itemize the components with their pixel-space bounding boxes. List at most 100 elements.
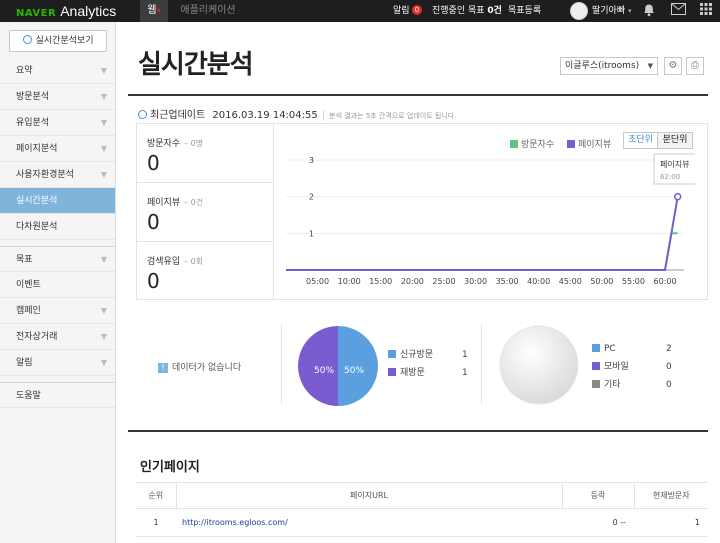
last-update: 최근업데이트 2016.03.19 14:04:55 | 분석 결과는 5초 간격으… xyxy=(138,106,456,121)
stat-pageviews: 페이지뷰 – 0건 0 xyxy=(137,183,274,242)
sidebar-item[interactable]: 다차원분석 xyxy=(0,214,115,240)
settings-gear-icon[interactable]: ⚙ xyxy=(664,57,682,75)
device-pie xyxy=(499,325,579,405)
stat-label: 검색유입 xyxy=(147,257,181,267)
realtime-view-label: 실시간분석보기 xyxy=(35,36,94,46)
x-tick-label: 50:00 xyxy=(590,277,613,286)
y-tick-label: 3 xyxy=(309,156,314,165)
visit-legend-new: 신규방문 xyxy=(388,348,433,362)
alerts-link[interactable]: 알림 0 xyxy=(393,0,423,22)
legend-swatch xyxy=(592,344,600,352)
x-tick-label: 55:00 xyxy=(622,277,645,286)
column-header-visitors: 현재방문자 xyxy=(633,482,708,509)
chart-grid xyxy=(286,159,684,271)
sidebar-item[interactable]: 사용자환경분석 ▼ xyxy=(0,162,115,188)
sidebar-item[interactable]: 유입분석 ▼ xyxy=(0,110,115,136)
sidebar-item[interactable]: 방문분석 ▼ xyxy=(0,84,115,110)
x-tick-label: 10:00 xyxy=(338,277,361,286)
popular-pages-table: 순위 페이지URL 등락 현재방문자 1 http://itrooms.eglo… xyxy=(136,482,708,537)
chart-tooltip: 페이지뷰 2 62:00 xyxy=(653,153,695,185)
column-header-change: 등락 xyxy=(561,482,634,509)
sidebar: 실시간분석보기 요약 ▼ 방문분석 ▼ 유입분석 ▼ 페이지분석 ▼ 사용자환경분석 ▼ 실시간분석… xyxy=(0,22,116,543)
sidebar-item-label: 목표 xyxy=(16,255,33,265)
stat-delta: – 0건 xyxy=(184,198,204,207)
legend-label: 페이지뷰 xyxy=(578,140,612,150)
print-icon[interactable]: ⎙ xyxy=(686,57,704,75)
sidebar-item[interactable]: 요약 ▼ xyxy=(0,58,115,84)
sidebar-item[interactable]: 도움말 xyxy=(0,382,115,408)
naver-analytics-logo[interactable]: NAVER Analytics xyxy=(16,0,116,22)
divider xyxy=(128,94,708,96)
sidebar-item-label: 알림 xyxy=(16,358,33,368)
avatar[interactable] xyxy=(570,2,588,20)
tab-web-label: 웹 xyxy=(147,5,157,16)
register-goal-link[interactable]: 목표등록 xyxy=(508,0,541,22)
y-tick-label: 2 xyxy=(309,193,314,202)
sidebar-item[interactable]: 캠페인 ▼ xyxy=(0,298,115,324)
site-select-value: 이글루스(itrooms) xyxy=(565,61,640,71)
column-header-rank: 순위 xyxy=(136,482,176,509)
legend-label: 모바일 xyxy=(604,362,629,372)
chevron-down-icon: ▼ xyxy=(647,62,653,70)
x-axis: 05:00 10:00 15:00 20:00 25:00 30:00 35:00 40:00… xyxy=(306,277,677,286)
stat-value: 0 xyxy=(147,210,160,234)
logo-brand: NAVER xyxy=(16,8,57,19)
clock-icon xyxy=(22,35,32,44)
site-select[interactable]: 이글루스(itrooms) ▼ xyxy=(560,57,658,75)
username[interactable]: 딸기아빠 ▾ xyxy=(592,0,632,22)
sidebar-item-label: 전자상거래 xyxy=(16,332,58,342)
cell-url-link[interactable]: http://itrooms.egloos.com/ xyxy=(176,508,562,537)
stat-value: 0 xyxy=(147,269,160,293)
tab-app[interactable]: 애플리케이션 xyxy=(176,0,240,22)
sidebar-item[interactable]: 전자상거래 ▼ xyxy=(0,324,115,350)
alerts-label: 알림 xyxy=(393,6,410,16)
sidebar-item-label: 실시간분석 xyxy=(16,196,58,206)
no-data-message: ! 데이터가 없습니다 xyxy=(158,360,241,373)
pie-empty xyxy=(499,325,579,405)
sidebar-item-label: 다차원분석 xyxy=(16,222,58,232)
legend-swatch xyxy=(567,140,575,148)
mail-icon[interactable] xyxy=(670,3,686,19)
sidebar-item[interactable]: 페이지분석 ▼ xyxy=(0,136,115,162)
divider xyxy=(481,324,482,404)
realtime-view-button[interactable]: 실시간분석보기 xyxy=(9,30,107,52)
sidebar-item-label: 이벤트 xyxy=(16,280,41,290)
column-header-url: 페이지URL xyxy=(175,482,562,509)
apps-grid-icon[interactable] xyxy=(698,3,714,19)
series-point xyxy=(673,192,682,201)
tooltip-time: 62:00 xyxy=(660,173,680,181)
chevron-down-icon: ▼ xyxy=(100,170,107,179)
device-legend-pc-value: 2 xyxy=(666,344,672,354)
legend-label: 재방문 xyxy=(400,368,425,378)
legend-label: PC xyxy=(604,344,616,354)
update-label: 최근업데이트 xyxy=(150,110,206,121)
tab-web[interactable]: 웹▾ xyxy=(140,0,168,22)
sidebar-item-label: 방문분석 xyxy=(16,92,50,102)
sidebar-item-label: 요약 xyxy=(16,66,33,76)
alerts-badge: 0 xyxy=(411,5,423,15)
goals-in-progress-link[interactable]: 진행중인 목표 0건 xyxy=(432,0,502,22)
chevron-down-icon: ▼ xyxy=(100,332,107,341)
page-title: 실시간분석 xyxy=(138,50,254,80)
sidebar-item-label: 캠페인 xyxy=(16,306,41,316)
time-unit-toggle: 초단위 분단위 xyxy=(623,132,693,149)
device-legend-other: 기타 xyxy=(592,378,621,392)
sidebar-item[interactable]: 실시간분석 xyxy=(0,188,115,214)
sidebar-item[interactable]: 목표 ▼ xyxy=(0,246,115,272)
chevron-down-icon: ▼ xyxy=(100,92,107,101)
cell-change: 0 -- xyxy=(562,508,634,537)
per-second-button[interactable]: 초단위 xyxy=(624,133,658,148)
username-label: 딸기아빠 xyxy=(592,6,626,16)
tooltip-series: 페이지뷰 xyxy=(660,159,689,169)
cell-rank: 1 xyxy=(136,508,176,537)
legend-label: 신규방문 xyxy=(400,350,434,360)
chart-legend: 방문자수 페이지뷰 xyxy=(510,137,611,150)
x-tick-label: 20:00 xyxy=(401,277,424,286)
sidebar-item[interactable]: 이벤트 xyxy=(0,272,115,298)
stat-label: 방문자수 xyxy=(147,139,181,149)
sidebar-item[interactable]: 알림 ▼ xyxy=(0,350,115,376)
per-minute-button[interactable]: 분단위 xyxy=(658,133,692,148)
goals-in-progress-label: 진행중인 목표 xyxy=(432,6,485,16)
cell-visitors: 1 xyxy=(634,508,708,537)
bell-icon[interactable] xyxy=(641,3,657,19)
